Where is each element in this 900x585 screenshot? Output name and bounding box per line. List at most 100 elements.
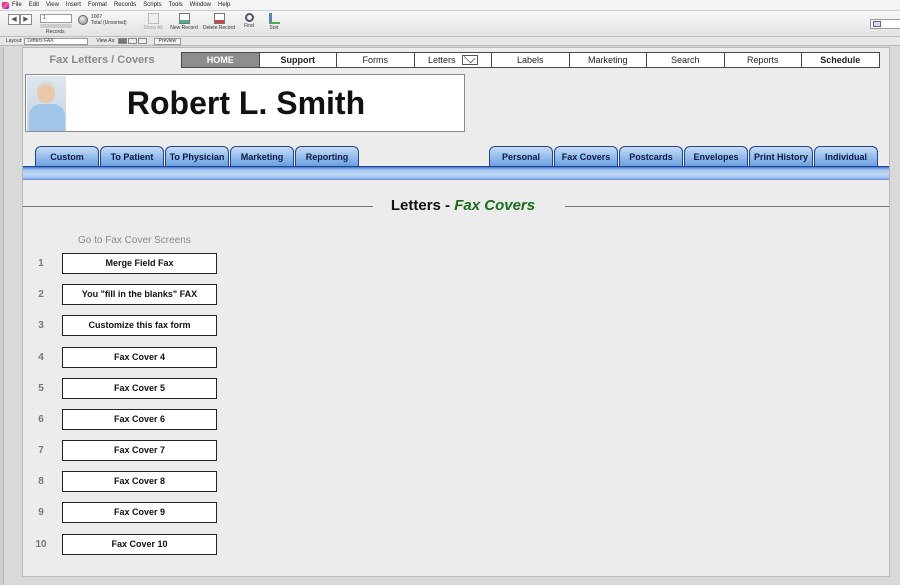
fax-cover-row: 6 Fax Cover 6 xyxy=(23,409,223,430)
fax-cover-button[interactable]: Fax Cover 6 xyxy=(62,409,217,430)
record-slider[interactable] xyxy=(40,24,72,28)
new-record-icon xyxy=(178,13,190,24)
fax-cover-number: 2 xyxy=(38,289,44,300)
fax-cover-row: 9 Fax Cover 9 xyxy=(23,502,223,523)
fax-cover-row: 8 Fax Cover 8 xyxy=(23,471,223,492)
sort-icon xyxy=(268,13,280,24)
tab-fax-covers[interactable]: Fax Covers xyxy=(554,146,618,166)
quick-find-field[interactable] xyxy=(870,19,900,29)
form-view-icon[interactable] xyxy=(117,38,127,44)
sort-button[interactable]: Sort xyxy=(256,13,292,31)
nav-home[interactable]: HOME xyxy=(181,52,260,68)
section-title-main: Letters - xyxy=(390,197,455,214)
preview-button[interactable]: Preview xyxy=(153,37,182,45)
layout-label: Layout: xyxy=(6,38,23,44)
nav-schedule[interactable]: Schedule xyxy=(801,52,880,68)
show-all-icon xyxy=(147,13,159,24)
menu-format[interactable]: Format xyxy=(88,2,107,8)
record-navigation: ◀ ▶ xyxy=(8,14,32,25)
fax-cover-button[interactable]: Fax Cover 4 xyxy=(62,347,217,368)
tab-individual[interactable]: Individual xyxy=(814,146,878,166)
menu-window[interactable]: Window xyxy=(190,2,211,8)
tab-reporting[interactable]: Reporting xyxy=(295,146,359,166)
fax-cover-button[interactable]: Fax Cover 7 xyxy=(62,440,217,461)
fax-cover-number: 8 xyxy=(38,476,44,487)
menu-help[interactable]: Help xyxy=(218,2,230,8)
nav-letters-label: Letters xyxy=(427,55,456,65)
nav-search[interactable]: Search xyxy=(646,52,725,68)
fax-cover-button[interactable]: Fax Cover 10 xyxy=(62,534,217,555)
nav-letters[interactable]: Letters xyxy=(413,52,492,68)
section-title-sub: Fax Covers xyxy=(454,197,536,214)
window-left-edge xyxy=(0,47,4,585)
fax-cover-button[interactable]: Fax Cover 9 xyxy=(62,502,217,523)
next-record-icon[interactable]: ▶ xyxy=(20,14,32,25)
nav-reports[interactable]: Reports xyxy=(723,52,802,68)
tab-envelopes[interactable]: Envelopes xyxy=(684,146,748,166)
view-as-label: View As: xyxy=(96,38,116,44)
status-toolbar: ◀ ▶ 1 Records 1007 Total (Unsorted) Show… xyxy=(0,11,900,37)
menu-view[interactable]: View xyxy=(46,2,59,8)
menu-insert[interactable]: Insert xyxy=(66,2,81,8)
new-record-button[interactable]: New Record xyxy=(166,13,202,31)
tab-to-physician[interactable]: To Physician xyxy=(165,146,229,166)
patient-photo xyxy=(27,76,66,131)
fax-cover-number: 9 xyxy=(38,507,44,518)
previous-record-icon[interactable]: ◀ xyxy=(8,14,20,25)
layout-bar: Layout: Letters FAX View As: Preview xyxy=(0,37,900,46)
tab-print-history[interactable]: Print History xyxy=(749,146,813,166)
tab-baseline-bar xyxy=(23,166,889,180)
total-label: Total (Unsorted) xyxy=(91,20,127,26)
list-view-icon[interactable] xyxy=(127,38,137,44)
quick-find-icon xyxy=(873,21,881,27)
patient-header: Robert L. Smith xyxy=(25,74,465,132)
fax-cover-subheading: Go to Fax Cover Screens xyxy=(78,235,191,246)
section-rule-left xyxy=(23,206,373,207)
nav-forms[interactable]: Forms xyxy=(336,52,415,68)
fax-cover-number: 6 xyxy=(38,414,44,425)
fax-cover-row: 3 Customize this fax form xyxy=(23,315,223,336)
fax-cover-button[interactable]: Fax Cover 5 xyxy=(62,378,217,399)
app-icon xyxy=(2,1,9,9)
table-view-icon[interactable] xyxy=(137,38,147,44)
envelope-icon xyxy=(461,55,478,65)
tab-personal[interactable]: Personal xyxy=(489,146,553,166)
found-set-pie-icon xyxy=(78,15,88,25)
fax-cover-number: 1 xyxy=(38,258,44,269)
menu-edit[interactable]: Edit xyxy=(29,2,39,8)
section-rule-right xyxy=(565,206,889,207)
tab-to-patient[interactable]: To Patient xyxy=(100,146,164,166)
fax-cover-button[interactable]: Customize this fax form xyxy=(62,315,217,336)
menu-bar: File Edit View Insert Format Records Scr… xyxy=(0,0,900,11)
layout-body: Fax Letters / Covers HOME Support Forms … xyxy=(22,47,890,577)
nav-support[interactable]: Support xyxy=(258,52,337,68)
fax-cover-button[interactable]: Fax Cover 8 xyxy=(62,471,217,492)
fax-cover-button[interactable]: You "fill in the blanks" FAX xyxy=(62,284,217,305)
menu-file[interactable]: File xyxy=(12,2,22,8)
tab-marketing[interactable]: Marketing xyxy=(230,146,294,166)
record-totals: 1007 Total (Unsorted) xyxy=(91,14,127,26)
fax-cover-number: 7 xyxy=(38,445,44,456)
menu-tools[interactable]: Tools xyxy=(169,2,183,8)
fax-cover-number: 5 xyxy=(38,383,44,394)
patient-name: Robert L. Smith xyxy=(126,85,366,121)
fax-cover-row: 10 Fax Cover 10 xyxy=(23,534,223,555)
section-title: Letters - Fax Covers xyxy=(363,196,563,216)
fax-cover-row: 7 Fax Cover 7 xyxy=(23,440,223,461)
current-record-field[interactable]: 1 xyxy=(40,14,72,23)
layout-select[interactable]: Letters FAX xyxy=(24,37,89,45)
tab-postcards[interactable]: Postcards xyxy=(619,146,683,166)
fax-cover-number: 3 xyxy=(38,320,44,331)
delete-record-icon xyxy=(213,13,225,24)
nav-marketing[interactable]: Marketing xyxy=(568,52,647,68)
letter-category-tabs: Custom To Patient To Physician Marketing… xyxy=(23,146,889,166)
fax-cover-number: 10 xyxy=(35,539,47,550)
view-as-buttons xyxy=(117,38,148,44)
tab-custom[interactable]: Custom xyxy=(35,146,99,166)
nav-labels[interactable]: Labels xyxy=(491,52,570,68)
fax-cover-row: 4 Fax Cover 4 xyxy=(23,347,223,368)
menu-scripts[interactable]: Scripts xyxy=(143,2,161,8)
fax-cover-button[interactable]: Merge Field Fax xyxy=(62,253,217,274)
records-label: Records xyxy=(46,29,65,35)
menu-records[interactable]: Records xyxy=(114,2,136,8)
